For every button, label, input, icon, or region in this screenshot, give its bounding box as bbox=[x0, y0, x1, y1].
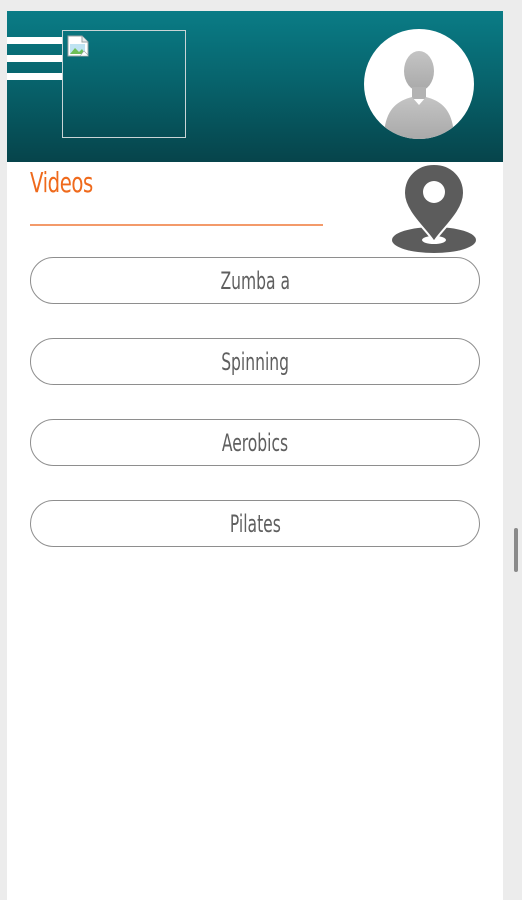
video-item-spinning[interactable]: Spinning bbox=[30, 338, 480, 385]
video-item-label: Pilates bbox=[229, 509, 281, 538]
avatar[interactable] bbox=[364, 29, 474, 139]
video-item-label: Aerobics bbox=[221, 428, 289, 457]
video-item-pilates[interactable]: Pilates bbox=[30, 500, 480, 547]
video-item-zumba[interactable]: Zumba a bbox=[30, 257, 480, 304]
app-frame: Videos Zumba a Spinning Aerobics Pilates bbox=[7, 11, 503, 900]
menu-bar-bottom bbox=[7, 73, 63, 80]
scrollbar-thumb[interactable] bbox=[514, 528, 518, 572]
video-item-aerobics[interactable]: Aerobics bbox=[30, 419, 480, 466]
page-title: Videos bbox=[30, 166, 93, 199]
user-silhouette-icon bbox=[384, 51, 454, 139]
title-divider bbox=[30, 224, 323, 226]
menu-bar-top bbox=[7, 37, 63, 44]
video-list: Zumba a Spinning Aerobics Pilates bbox=[30, 257, 480, 581]
logo-image bbox=[62, 30, 186, 138]
video-item-label: Spinning bbox=[221, 347, 289, 376]
broken-image-icon bbox=[67, 35, 89, 57]
main-content: Videos Zumba a Spinning Aerobics Pilates bbox=[7, 162, 503, 900]
menu-bar-middle bbox=[7, 55, 63, 62]
app-header bbox=[7, 11, 503, 162]
hamburger-menu-icon[interactable] bbox=[7, 33, 63, 85]
map-pin-icon[interactable] bbox=[391, 162, 477, 256]
video-item-label: Zumba a bbox=[220, 266, 290, 295]
